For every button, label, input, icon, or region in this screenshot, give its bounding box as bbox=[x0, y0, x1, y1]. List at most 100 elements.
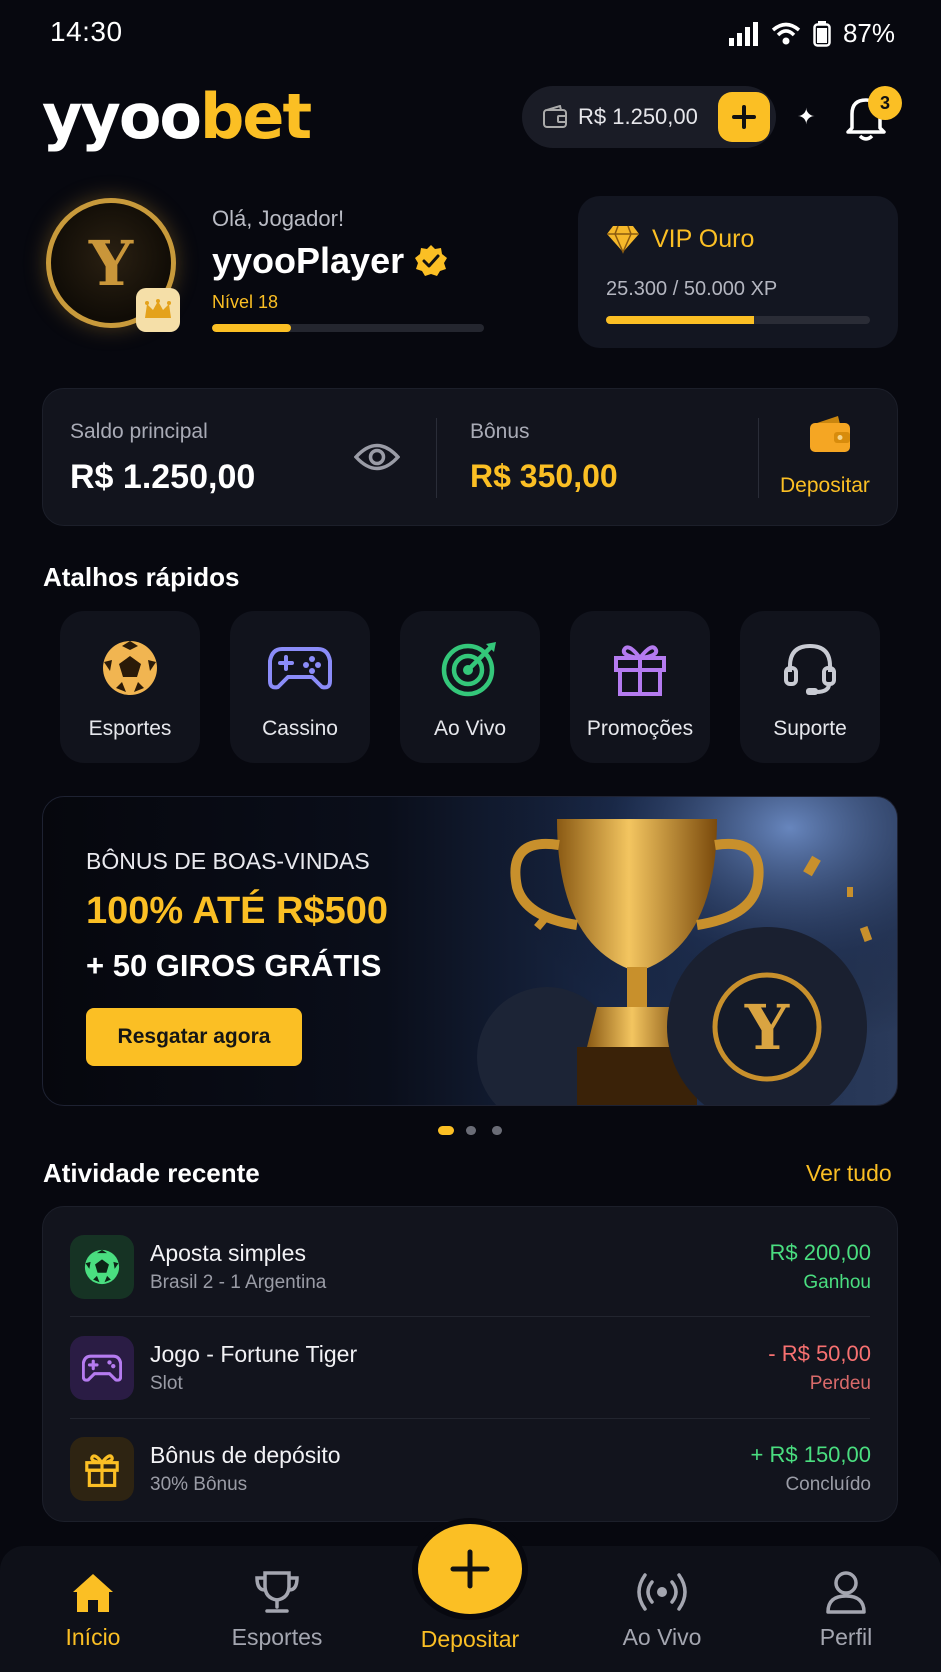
soccer-ball-icon bbox=[84, 1249, 120, 1285]
signal-icon bbox=[728, 21, 758, 46]
header-balance-value: R$ 1.250,00 bbox=[578, 104, 698, 129]
activity-subtitle: Brasil 2 - 1 Argentina bbox=[150, 1272, 327, 1293]
activity-status: Ganhou bbox=[803, 1272, 871, 1293]
divider bbox=[70, 1418, 870, 1419]
vip-xp: 25.300 / 50.000 XP bbox=[606, 278, 778, 300]
status-time: 14:30 bbox=[50, 16, 123, 47]
vip-progress-fill bbox=[606, 316, 754, 324]
carousel-dot[interactable] bbox=[492, 1126, 502, 1135]
home-icon bbox=[73, 1574, 113, 1612]
activity-row-icon bbox=[70, 1336, 134, 1400]
nav-inicio[interactable]: Início bbox=[13, 1570, 173, 1651]
trophy-ball-illustration: Y bbox=[467, 797, 897, 1105]
recent-activity-title: Atividade recente bbox=[43, 1158, 260, 1188]
plus-icon bbox=[450, 1549, 490, 1589]
user-icon bbox=[826, 1571, 866, 1614]
activity-title: Aposta simples bbox=[150, 1240, 306, 1266]
nav-label: Ao Vivo bbox=[622, 1624, 702, 1650]
trophy-icon bbox=[255, 1571, 299, 1613]
activity-status: Perdeu bbox=[809, 1373, 871, 1394]
activity-subtitle: Slot bbox=[150, 1373, 183, 1394]
shortcuts-title: Atalhos rápidos bbox=[43, 562, 240, 592]
shortcut-label: Ao Vivo bbox=[434, 717, 506, 740]
gift-icon bbox=[85, 1454, 119, 1488]
gamepad-icon bbox=[82, 1354, 122, 1382]
deposit-wallet-button[interactable] bbox=[808, 414, 852, 459]
redeem-now-button[interactable]: Resgatar agora bbox=[86, 1008, 302, 1066]
vip-title: VIP Ouro bbox=[606, 224, 754, 254]
see-all-link[interactable]: Ver tudo bbox=[806, 1160, 892, 1187]
gamepad-icon bbox=[268, 647, 332, 690]
activity-amount: R$ 200,00 bbox=[769, 1240, 871, 1265]
sparkle-icon: ✦ bbox=[797, 104, 816, 129]
balance-card bbox=[42, 388, 898, 526]
toggle-balance-visibility[interactable] bbox=[353, 440, 401, 479]
shortcut-cassino[interactable]: Cassino bbox=[230, 611, 370, 763]
divider bbox=[70, 1316, 870, 1317]
activity-title: Jogo - Fortune Tiger bbox=[150, 1341, 358, 1367]
deposit-fab-button[interactable] bbox=[418, 1524, 522, 1614]
shortcut-promocoes[interactable]: Promoções bbox=[570, 611, 710, 763]
nav-ao-vivo[interactable]: Ao Vivo bbox=[582, 1570, 742, 1651]
crown-icon bbox=[145, 299, 171, 318]
shortcut-label: Suporte bbox=[773, 717, 847, 740]
shortcut-label: Cassino bbox=[262, 717, 338, 740]
headset-icon bbox=[784, 643, 836, 695]
level-label: Nível 18 bbox=[212, 292, 279, 312]
shortcut-esportes[interactable]: Esportes bbox=[60, 611, 200, 763]
wallet-icon bbox=[543, 105, 567, 128]
crown-badge bbox=[136, 288, 180, 332]
carousel-dot[interactable] bbox=[466, 1126, 476, 1135]
nav-perfil[interactable]: Perfil bbox=[766, 1570, 926, 1651]
username-text: yyooPlayer bbox=[212, 240, 405, 281]
banner-subtitle: BÔNUS DE BOAS-VINDAS bbox=[86, 848, 370, 874]
header-add-funds-button[interactable] bbox=[718, 92, 770, 142]
shortcut-ao-vivo[interactable]: Ao Vivo bbox=[400, 611, 540, 763]
diamond-icon bbox=[607, 225, 639, 254]
notification-badge: 3 bbox=[868, 86, 902, 120]
logo-text-white: yyoo bbox=[42, 80, 202, 153]
vip-progress-bar bbox=[606, 316, 870, 324]
battery-icon bbox=[813, 20, 831, 47]
header-balance-pill[interactable]: R$ 1.250,00 bbox=[522, 86, 776, 148]
divider bbox=[758, 418, 759, 498]
level-progress-fill bbox=[212, 324, 291, 332]
main-balance-label: Saldo principal bbox=[70, 420, 208, 443]
activity-row-icon bbox=[70, 1235, 134, 1299]
activity-amount: - R$ 50,00 bbox=[768, 1341, 871, 1366]
vip-title-text: VIP Ouro bbox=[652, 224, 755, 253]
shortcut-suporte[interactable]: Suporte bbox=[740, 611, 880, 763]
avatar-letter: Y bbox=[88, 226, 134, 300]
username: yyooPlayer bbox=[212, 240, 448, 282]
activity-amount: + R$ 150,00 bbox=[750, 1442, 871, 1467]
wallet-icon bbox=[810, 416, 850, 452]
gift-icon bbox=[614, 645, 666, 696]
nav-esportes[interactable]: Esportes bbox=[197, 1570, 357, 1651]
soccer-ball-icon bbox=[103, 641, 157, 695]
plus-icon bbox=[732, 105, 756, 129]
activity-title: Bônus de depósito bbox=[150, 1442, 341, 1468]
wifi-icon bbox=[771, 22, 801, 44]
activity-subtitle: 30% Bônus bbox=[150, 1474, 248, 1495]
activity-row-icon bbox=[70, 1437, 134, 1501]
logo-text-gold: bet bbox=[200, 80, 312, 153]
nav-label: Início bbox=[65, 1624, 121, 1650]
nav-label-depositar[interactable]: Depositar bbox=[380, 1626, 560, 1653]
vip-card[interactable] bbox=[578, 196, 898, 348]
level-progress-bar bbox=[212, 324, 484, 332]
nav-label: Esportes bbox=[231, 1624, 323, 1650]
verified-icon bbox=[415, 245, 448, 276]
eye-icon bbox=[353, 443, 401, 471]
live-icon bbox=[637, 1573, 687, 1611]
bonus-balance-value: R$ 350,00 bbox=[470, 458, 618, 494]
bonus-balance-label: Bônus bbox=[470, 420, 530, 443]
carousel-dot-active[interactable] bbox=[438, 1126, 454, 1135]
activity-status: Concluído bbox=[785, 1474, 871, 1495]
battery-percent: 87% bbox=[842, 18, 895, 48]
shortcut-label: Esportes bbox=[88, 717, 172, 740]
app-logo: yyoobet bbox=[42, 80, 312, 153]
banner-headline: 100% ATÉ R$500 bbox=[86, 890, 389, 932]
greeting-text: Olá, Jogador! bbox=[212, 206, 345, 231]
deposit-link[interactable]: Depositar bbox=[780, 474, 870, 498]
divider bbox=[436, 418, 437, 498]
